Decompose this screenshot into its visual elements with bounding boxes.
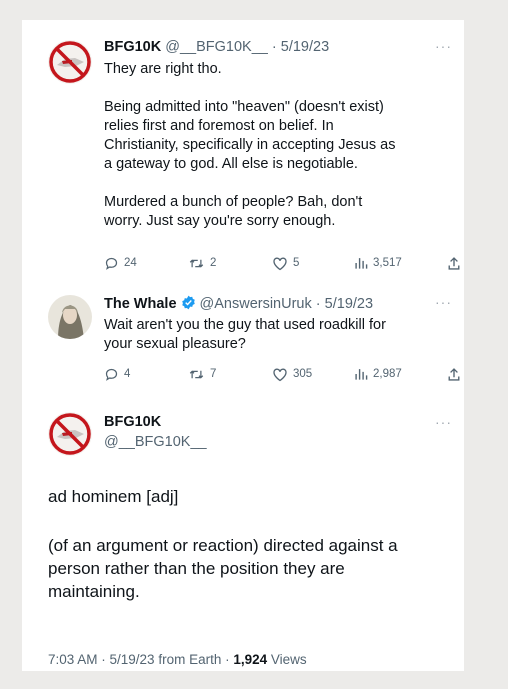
views-label: Views [267, 652, 307, 667]
reply-button[interactable]: 24 [104, 256, 137, 271]
views-button[interactable]: 3,517 [354, 256, 402, 270]
avatar[interactable] [48, 412, 92, 456]
retweet-button[interactable]: 7 [188, 367, 216, 382]
separator: · [315, 296, 321, 312]
retweet-icon [189, 369, 204, 379]
tweet-2[interactable]: The Whale @AnswersinUruk · 5/19/23 ··· Wa… [22, 290, 464, 415]
reply-button[interactable]: 4 [104, 367, 130, 382]
tweet-text: Wait aren't you the guy that used roadki… [104, 317, 386, 352]
like-count: 5 [293, 257, 300, 269]
tweet-text-definition: (of an argument or reaction) directed ag… [48, 536, 398, 601]
author-name[interactable]: The Whale [104, 296, 177, 312]
tweet-1[interactable]: BFG10K @__BFG10K__ · 5/19/23 ··· They ar… [22, 20, 464, 275]
tweet-text-line1: ad hominem [adj] [48, 487, 179, 506]
views-chart-icon [355, 258, 368, 269]
author-name[interactable]: BFG10K [104, 39, 161, 55]
no-symbol-avatar-icon [48, 40, 92, 84]
whale-avatar-icon [48, 295, 92, 339]
like-button[interactable]: 5 [272, 256, 299, 271]
views-count: 2,987 [373, 368, 402, 380]
more-options-icon[interactable]: ··· [435, 294, 452, 310]
heart-icon [273, 257, 287, 270]
author-handle[interactable]: @__BFG10K__ [104, 434, 207, 450]
like-button[interactable]: 305 [272, 367, 312, 382]
tweet-date[interactable]: 5/19/23 [325, 296, 373, 312]
retweet-count: 7 [210, 368, 217, 380]
share-icon [448, 367, 460, 381]
author-handle[interactable]: @__BFG10K__ [165, 39, 268, 55]
reply-icon [105, 257, 118, 270]
like-count: 305 [293, 368, 313, 380]
share-icon [448, 256, 460, 270]
tweet-3-focused[interactable]: BFG10K @__BFG10K__ ··· ad hominem [adj] … [22, 412, 464, 671]
separator: · [271, 39, 277, 55]
views-chart-icon [355, 369, 368, 380]
retweet-button[interactable]: 2 [188, 256, 216, 271]
reply-icon [105, 368, 118, 381]
views-button[interactable]: 2,987 [354, 367, 402, 381]
reply-count: 4 [124, 368, 131, 380]
tweet-metadata: 7:03 AM · 5/19/23 from Earth · 1,924 Vie… [48, 652, 307, 667]
tweet-header: The Whale @AnswersinUruk · 5/19/23 [104, 295, 373, 312]
views-count: 3,517 [373, 257, 402, 269]
avatar[interactable] [48, 295, 92, 339]
tweet-date[interactable]: 5/19/23 [281, 39, 329, 55]
avatar[interactable] [48, 40, 92, 84]
action-bar: 4 7 305 2,987 [104, 366, 460, 382]
author-name-text: BFG10K [104, 414, 162, 430]
author-handle[interactable]: @AnswersinUruk [200, 296, 312, 312]
action-bar: 24 2 5 3,517 [104, 255, 460, 271]
views-number: 1,924 [233, 652, 268, 667]
timestamp[interactable]: 7:03 AM · 5/19/23 from Earth · [48, 652, 233, 667]
share-button[interactable] [447, 367, 461, 382]
tweet-header: BFG10K @__BFG10K__ · 5/19/23 [104, 39, 329, 55]
no-symbol-avatar-icon [48, 412, 92, 456]
tweet-card: BFG10K @__BFG10K__ · 5/19/23 ··· They ar… [22, 20, 464, 671]
verified-badge-icon [181, 295, 195, 310]
tweet-text: They are right tho. Being admitted into … [104, 61, 396, 229]
author-name[interactable]: BFG10K [104, 414, 161, 430]
share-button[interactable] [447, 256, 461, 271]
heart-icon [273, 368, 287, 381]
more-options-icon[interactable]: ··· [435, 38, 452, 54]
more-options-icon[interactable]: ··· [435, 414, 452, 430]
retweet-count: 2 [210, 257, 217, 269]
reply-count: 24 [124, 257, 137, 269]
retweet-icon [189, 258, 204, 268]
